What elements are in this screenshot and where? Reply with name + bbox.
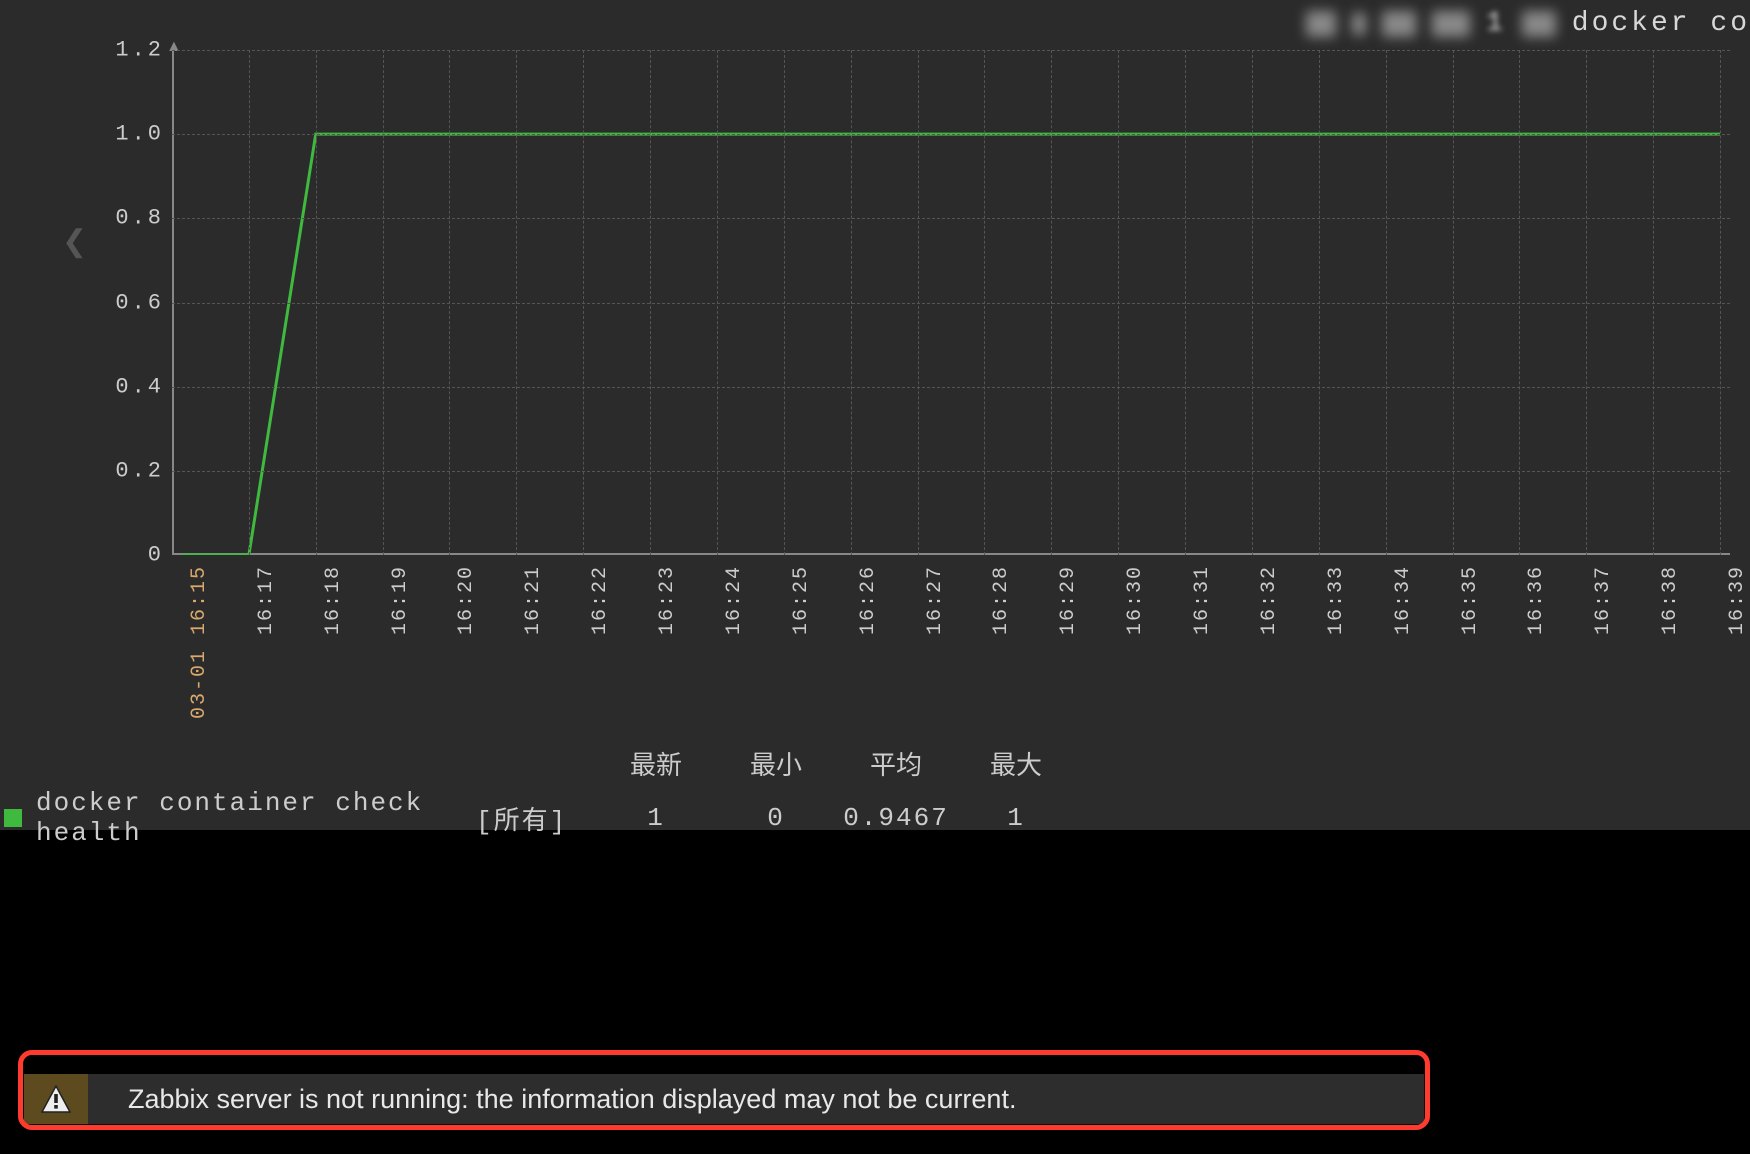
gridline-v — [717, 50, 718, 555]
legend-header-min: 最小 — [716, 745, 836, 782]
gridline-v — [1319, 50, 1320, 555]
y-tick-label: 0.6 — [114, 290, 164, 315]
gridline-h — [172, 50, 1730, 51]
gridline-v — [851, 50, 852, 555]
x-tick-label: 16:34 — [1392, 565, 1415, 635]
legend-val-min: 0 — [716, 803, 836, 833]
plot-area[interactable]: ▲ — [172, 50, 1730, 555]
gridline-v — [516, 50, 517, 555]
y-tick-label: 0.4 — [114, 374, 164, 399]
gridline-h — [172, 134, 1730, 135]
gridline-v — [1051, 50, 1052, 555]
x-tick-label: 16:31 — [1191, 565, 1214, 635]
legend-series-name: docker container check health — [36, 788, 476, 848]
gridline-v — [1252, 50, 1253, 555]
x-tick-label: 16:19 — [389, 565, 412, 635]
chart-panel: 1 docker co ❮ ▲ 00.20.40.60.81.01.203-01… — [0, 0, 1750, 830]
x-tick-label: 16:35 — [1459, 565, 1482, 635]
title-suffix: docker co — [1572, 8, 1750, 39]
gridline-h — [172, 218, 1730, 219]
x-tick-label: 16:38 — [1659, 565, 1682, 635]
x-tick-label: 16:36 — [1525, 565, 1548, 635]
gridline-h — [172, 471, 1730, 472]
gridline-v — [316, 50, 317, 555]
x-tick-label: 16:24 — [723, 565, 746, 635]
page-background — [0, 830, 1750, 1050]
legend-scope: [所有] — [476, 800, 596, 837]
gridline-v — [1453, 50, 1454, 555]
legend-header-max: 最大 — [956, 745, 1076, 782]
warning-banner: Zabbix server is not running: the inform… — [18, 1050, 1430, 1130]
legend-row: docker container check health [所有] 1 0 0… — [0, 788, 1750, 848]
x-tick-label: 16:27 — [924, 565, 947, 635]
x-tick-label: 16:22 — [589, 565, 612, 635]
gridline-v — [1653, 50, 1654, 555]
gridline-v — [1720, 50, 1721, 555]
x-tick-label: 16:26 — [857, 565, 880, 635]
gridline-v — [249, 50, 250, 555]
gridline-v — [449, 50, 450, 555]
gridline-v — [1586, 50, 1587, 555]
y-tick-label: 0.8 — [114, 206, 164, 231]
y-tick-label: 0 — [114, 543, 164, 568]
legend-val-max: 1 — [956, 803, 1076, 833]
x-tick-label: 16:30 — [1124, 565, 1147, 635]
warning-icon — [24, 1074, 88, 1124]
x-tick-label: 16:21 — [522, 565, 545, 635]
y-tick-label: 0.2 — [114, 458, 164, 483]
x-tick-label: 16:18 — [322, 565, 345, 635]
chevron-left-icon[interactable]: ❮ — [62, 224, 87, 259]
gridline-v — [1386, 50, 1387, 555]
legend-header-avg: 平均 — [836, 745, 956, 782]
gridline-v — [1118, 50, 1119, 555]
gridline-h — [172, 303, 1730, 304]
chart-area: ▲ 00.20.40.60.81.01.203-01 16:1516:1716:… — [120, 50, 1730, 555]
warning-text: Zabbix server is not running: the inform… — [88, 1084, 1016, 1115]
gridline-v — [1519, 50, 1520, 555]
legend-swatch — [4, 809, 22, 827]
legend-val-last: 1 — [596, 803, 716, 833]
x-tick-label: 16:37 — [1592, 565, 1615, 635]
x-tick-label: 16:39 — [1726, 565, 1749, 635]
chart-title: 1 docker co — [1306, 8, 1750, 39]
x-tick-label: 16:32 — [1258, 565, 1281, 635]
gridline-v — [650, 50, 651, 555]
x-tick-label: 16:29 — [1057, 565, 1080, 635]
x-tick-label: 16:23 — [656, 565, 679, 635]
x-tick-label: 16:17 — [255, 565, 278, 635]
gridline-v — [984, 50, 985, 555]
y-tick-label: 1.2 — [114, 38, 164, 63]
gridline-v — [583, 50, 584, 555]
legend: 最新 最小 平均 最大 docker container check healt… — [0, 745, 1750, 848]
legend-val-avg: 0.9467 — [836, 803, 956, 833]
gridline-v — [784, 50, 785, 555]
y-tick-label: 1.0 — [114, 122, 164, 147]
x-tick-label: 16:25 — [790, 565, 813, 635]
gridline-v — [383, 50, 384, 555]
gridline-v — [1185, 50, 1186, 555]
legend-header-last: 最新 — [596, 745, 716, 782]
x-tick-label: 16:33 — [1325, 565, 1348, 635]
x-tick-label: 03-01 16:15 — [188, 565, 211, 719]
x-tick-label: 16:20 — [455, 565, 478, 635]
gridline-v — [918, 50, 919, 555]
x-tick-label: 16:28 — [990, 565, 1013, 635]
gridline-h — [172, 387, 1730, 388]
